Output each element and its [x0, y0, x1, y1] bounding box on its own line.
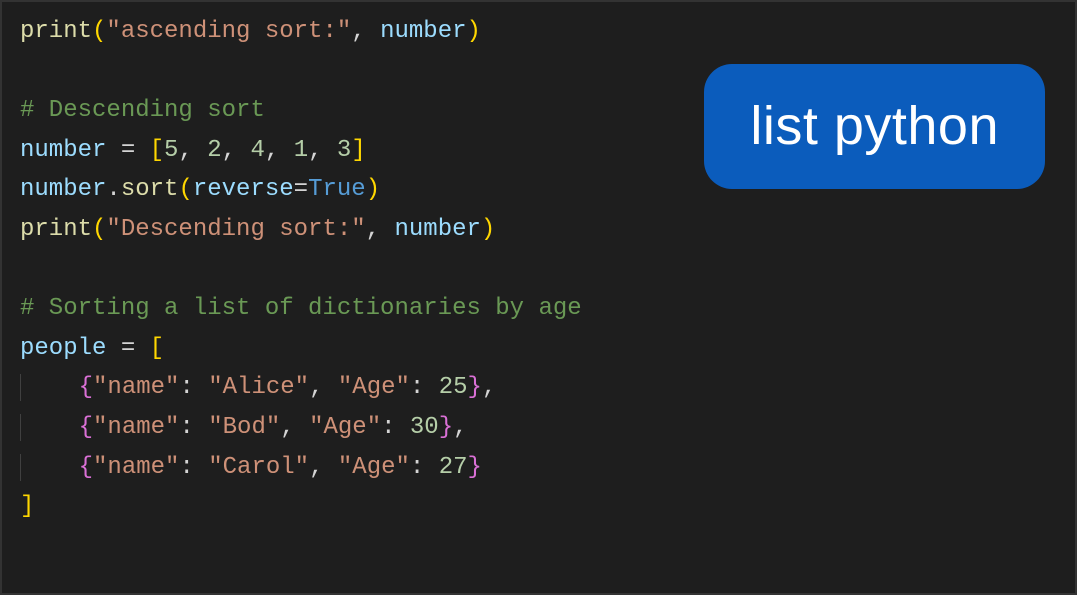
token-function: print — [20, 18, 92, 45]
token-variable: number — [20, 137, 106, 164]
code-line: # Sorting a list of dictionaries by age — [20, 289, 1057, 329]
code-line: print("ascending sort:", number) — [20, 12, 1057, 52]
token-variable: people — [20, 335, 106, 362]
code-line: people = [ — [20, 329, 1057, 369]
code-line-empty — [20, 250, 1057, 290]
token-function: print — [20, 216, 92, 243]
title-badge: list python — [704, 64, 1045, 189]
token-comment: # Descending sort — [20, 97, 265, 124]
token-function: sort — [121, 176, 179, 203]
token-constant: True — [308, 176, 366, 203]
token-string: "ascending sort:" — [106, 18, 351, 45]
token-comment: # Sorting a list of dictionaries by age — [20, 295, 582, 322]
code-line: {"name": "Bod", "Age": 30}, — [20, 408, 1057, 448]
token-variable: number — [380, 18, 466, 45]
code-line: print("Descending sort:", number) — [20, 210, 1057, 250]
token-variable: number — [394, 216, 480, 243]
code-line: ] — [20, 487, 1057, 527]
code-line: {"name": "Alice", "Age": 25}, — [20, 368, 1057, 408]
code-line: {"name": "Carol", "Age": 27} — [20, 448, 1057, 488]
token-variable: number — [20, 176, 106, 203]
token-param: reverse — [193, 176, 294, 203]
token-string: "Descending sort:" — [106, 216, 365, 243]
